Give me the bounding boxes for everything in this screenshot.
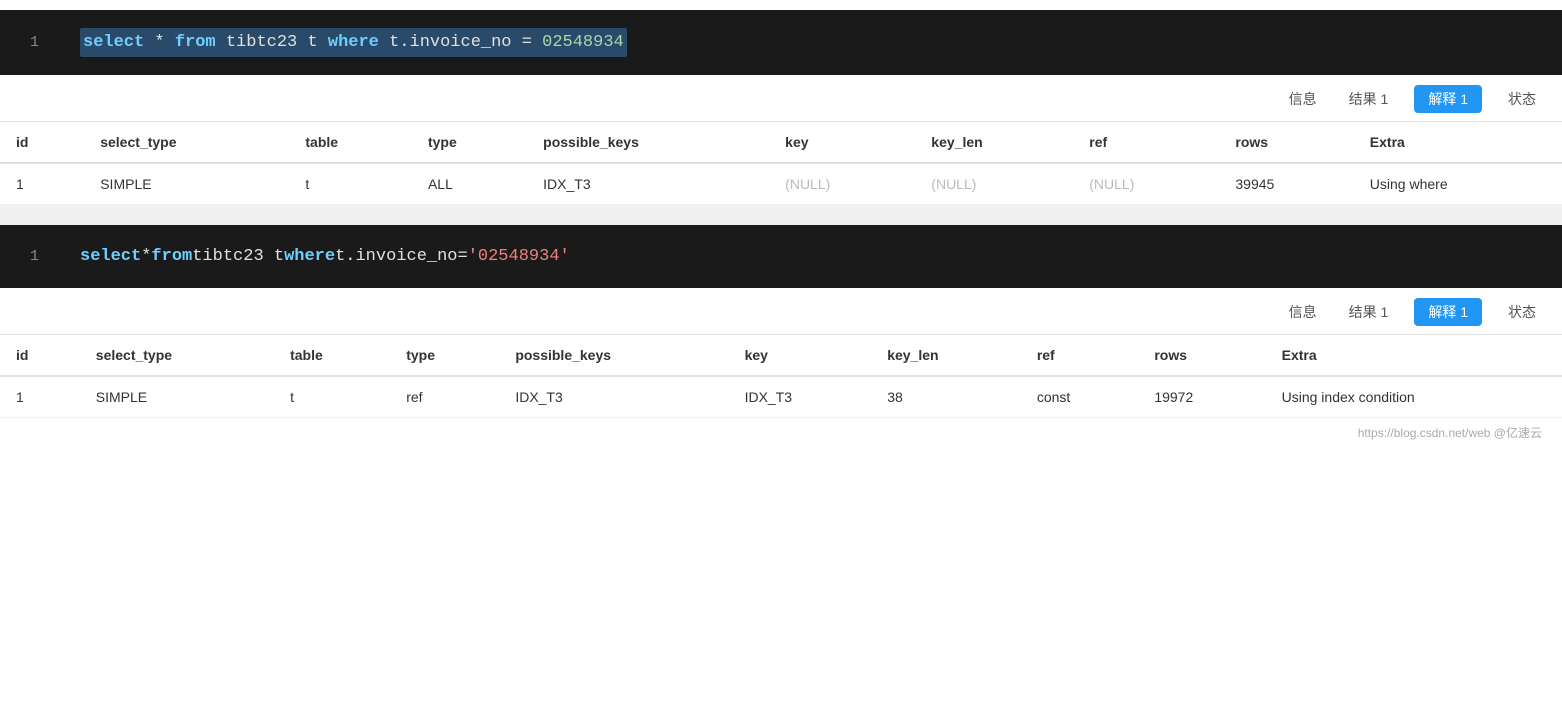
cell-key-2: IDX_T3 xyxy=(729,376,872,418)
col-header-possible_keys-2: possible_keys xyxy=(499,335,728,376)
cell-rows-1: 39945 xyxy=(1219,163,1353,205)
col-header-type-2: type xyxy=(390,335,499,376)
section-gap xyxy=(0,205,1562,225)
kw-select-1: select xyxy=(83,33,144,52)
results-table-1: id select_type table type possible_keys … xyxy=(0,122,1562,205)
col-header-ref-1: ref xyxy=(1073,122,1219,163)
cell-select_type-2: SIMPLE xyxy=(80,376,274,418)
result-btn-2[interactable]: 结果 1 xyxy=(1343,298,1395,326)
results-container-1: id select_type table type possible_keys … xyxy=(0,122,1562,205)
cell-id-2: 1 xyxy=(0,376,80,418)
kw-star-1: * xyxy=(154,33,174,52)
sql-line-2: 1 select * from tibtc23 t where t.invoic… xyxy=(30,243,1532,270)
table-body-1: 1 SIMPLE t ALL IDX_T3 (NULL) (NULL) (NUL… xyxy=(0,163,1562,205)
tbl-name-1: tibtc23 t xyxy=(226,33,328,52)
op-2: = xyxy=(458,243,468,270)
line-num-1: 1 xyxy=(30,31,60,55)
kw-select-2: select xyxy=(80,243,141,270)
cell-possible_keys-2: IDX_T3 xyxy=(499,376,728,418)
col-header-key_len-2: key_len xyxy=(871,335,1021,376)
kw-star-2: * xyxy=(141,243,151,270)
table-head-2: id select_type table type possible_keys … xyxy=(0,335,1562,376)
col-header-key-2: key xyxy=(729,335,872,376)
col-header-table-2: table xyxy=(274,335,390,376)
col-header-select_type-2: select_type xyxy=(80,335,274,376)
table-row: 1 SIMPLE t ALL IDX_T3 (NULL) (NULL) (NUL… xyxy=(0,163,1562,205)
col-name-1: t.invoice_no xyxy=(389,33,522,52)
cell-table-1: t xyxy=(289,163,412,205)
cell-key_len-2: 38 xyxy=(871,376,1021,418)
kw-from-2: from xyxy=(151,243,192,270)
kw-where-1: where xyxy=(328,33,379,52)
col-header-type-1: type xyxy=(412,122,527,163)
results-table-2: id select_type table type possible_keys … xyxy=(0,335,1562,418)
col-header-rows-1: rows xyxy=(1219,122,1353,163)
cell-select_type-1: SIMPLE xyxy=(84,163,289,205)
cell-extra-2: Using index condition xyxy=(1266,376,1562,418)
op-1: = xyxy=(522,33,542,52)
col-header-extra-2: Extra xyxy=(1266,335,1562,376)
col-header-possible_keys-1: possible_keys xyxy=(527,122,769,163)
col-header-key-1: key xyxy=(769,122,915,163)
kw-where-2: where xyxy=(284,243,335,270)
val-1: 02548934 xyxy=(542,33,624,52)
header-row-1: id select_type table type possible_keys … xyxy=(0,122,1562,163)
info-btn-1[interactable]: 信息 xyxy=(1283,85,1323,113)
page-wrapper: 1 select * from tibtc23 t where t.invoic… xyxy=(0,0,1562,704)
cell-possible_keys-1: IDX_T3 xyxy=(527,163,769,205)
explain-btn-1[interactable]: 解释 1 xyxy=(1414,85,1482,113)
cell-rows-2: 19972 xyxy=(1138,376,1265,418)
kw-from-1: from xyxy=(175,33,216,52)
cell-key_len-1: (NULL) xyxy=(915,163,1073,205)
col-header-table-1: table xyxy=(289,122,412,163)
table-head-1: id select_type table type possible_keys … xyxy=(0,122,1562,163)
results-container-2: id select_type table type possible_keys … xyxy=(0,335,1562,418)
header-row-2: id select_type table type possible_keys … xyxy=(0,335,1562,376)
col-header-key_len-1: key_len xyxy=(915,122,1073,163)
sql-highlight-1: select * from tibtc23 t where t.invoice_… xyxy=(80,28,627,57)
cell-table-2: t xyxy=(274,376,390,418)
table-row: 1 SIMPLE t ref IDX_T3 IDX_T3 38 const 19… xyxy=(0,376,1562,418)
tbl-name-2: tibtc23 t xyxy=(192,243,284,270)
sql-block-1: 1 select * from tibtc23 t where t.invoic… xyxy=(0,10,1562,75)
col-header-select_type-1: select_type xyxy=(84,122,289,163)
info-btn-2[interactable]: 信息 xyxy=(1283,298,1323,326)
sql-line-1: 1 select * from tibtc23 t where t.invoic… xyxy=(30,28,1532,57)
col-header-ref-2: ref xyxy=(1021,335,1139,376)
result-btn-1[interactable]: 结果 1 xyxy=(1343,85,1395,113)
col-header-id-1: id xyxy=(0,122,84,163)
col-header-rows-2: rows xyxy=(1138,335,1265,376)
toolbar-2: 信息 结果 1 解释 1 状态 xyxy=(0,288,1562,335)
status-btn-2[interactable]: 状态 xyxy=(1502,298,1542,326)
cell-type-1: ALL xyxy=(412,163,527,205)
cell-extra-1: Using where xyxy=(1354,163,1562,205)
toolbar-1: 信息 结果 1 解释 1 状态 xyxy=(0,75,1562,122)
cell-ref-2: const xyxy=(1021,376,1139,418)
col-name-2: t.invoice_no xyxy=(335,243,457,270)
cell-key-1: (NULL) xyxy=(769,163,915,205)
watermark: https://blog.csdn.net/web @亿速云 xyxy=(0,418,1562,445)
cell-type-2: ref xyxy=(390,376,499,418)
line-num-2: 1 xyxy=(30,245,60,269)
sql-block-2: 1 select * from tibtc23 t where t.invoic… xyxy=(0,225,1562,288)
status-btn-1[interactable]: 状态 xyxy=(1502,85,1542,113)
val-2: '02548934' xyxy=(468,243,570,270)
cell-ref-1: (NULL) xyxy=(1073,163,1219,205)
table-body-2: 1 SIMPLE t ref IDX_T3 IDX_T3 38 const 19… xyxy=(0,376,1562,418)
col-header-id-2: id xyxy=(0,335,80,376)
col-header-extra-1: Extra xyxy=(1354,122,1562,163)
cell-id-1: 1 xyxy=(0,163,84,205)
explain-btn-2[interactable]: 解释 1 xyxy=(1414,298,1482,326)
